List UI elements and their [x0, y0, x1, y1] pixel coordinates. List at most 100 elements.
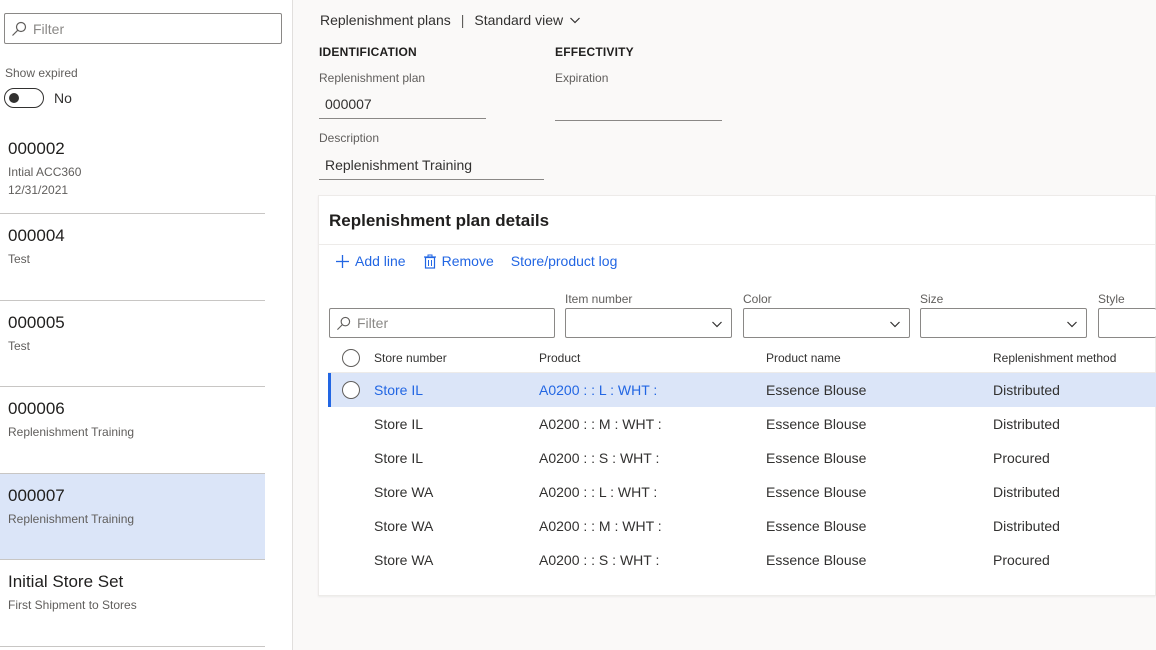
- item-number-dropdown[interactable]: [565, 308, 732, 338]
- col-store-number[interactable]: Store number: [374, 351, 539, 365]
- store-product-log-label: Store/product log: [510, 253, 618, 269]
- cell-product: A0200 : : M : WHT :: [539, 416, 662, 432]
- description-label: Description: [319, 131, 380, 145]
- list-item-title: 000004: [8, 226, 65, 245]
- store-product-log-button[interactable]: Store/product log: [511, 253, 618, 269]
- main-content: Replenishment plans | Standard view IDEN…: [293, 0, 1156, 650]
- list-item[interactable]: 000005 Test: [0, 301, 265, 387]
- list-item[interactable]: 000006 Replenishment Training: [0, 387, 265, 474]
- cell-method: Procured: [993, 552, 1050, 568]
- size-label: Size: [920, 292, 944, 306]
- add-line-label: Add line: [355, 253, 406, 269]
- cell-method: Distributed: [993, 382, 1060, 398]
- plus-icon: [336, 254, 349, 268]
- cell-product: A0200 : : S : WHT :: [539, 450, 660, 466]
- cell-store[interactable]: Store IL: [374, 382, 539, 398]
- cell-store: Store WA: [374, 484, 434, 500]
- style-label: Style: [1098, 292, 1125, 306]
- cell-product[interactable]: A0200 : : L : WHT :: [539, 382, 766, 398]
- col-product-name[interactable]: Product name: [766, 351, 993, 365]
- cell-product: A0200 : : M : WHT :: [539, 518, 662, 534]
- list-item[interactable]: Initial Store Set First Shipment to Stor…: [0, 560, 265, 647]
- view-selector[interactable]: Standard view: [474, 12, 581, 28]
- row-select-radio[interactable]: [342, 381, 360, 399]
- list-item-title: 000002: [8, 139, 65, 158]
- list-item-description: Intial ACC360: [8, 165, 82, 179]
- row-select-cell[interactable]: [328, 381, 374, 399]
- list-item-title: Initial Store Set: [8, 572, 124, 591]
- chevron-down-icon: [712, 321, 722, 328]
- cell-store: Store WA: [374, 552, 434, 568]
- list-item-description: Replenishment Training: [8, 425, 135, 439]
- identification-heading: IDENTIFICATION: [319, 45, 417, 59]
- select-all-cell[interactable]: [328, 348, 374, 367]
- breadcrumb-separator: |: [460, 12, 465, 28]
- list-item-description: Test: [8, 338, 31, 353]
- list-item[interactable]: 000002 Intial ACC360 12/31/2021: [0, 127, 265, 214]
- style-dropdown[interactable]: [1098, 308, 1156, 338]
- cell-product-name: Essence Blouse: [766, 484, 867, 500]
- effectivity-heading: EFFECTIVITY: [555, 45, 634, 59]
- chevron-down-icon: [890, 321, 900, 328]
- plan-list: 000002 Intial ACC360 12/31/2021 000004 T…: [0, 127, 265, 647]
- plan-details-card: Replenishment plan details Add line Remo…: [318, 195, 1156, 596]
- col-product[interactable]: Product: [539, 351, 766, 365]
- list-item-description: Test: [8, 252, 31, 266]
- list-item[interactable]: 000004 Test: [0, 214, 265, 301]
- size-dropdown[interactable]: [920, 308, 1087, 338]
- replenishment-plan-field[interactable]: 000007: [319, 91, 486, 119]
- card-divider: [319, 244, 1156, 245]
- search-icon: [337, 316, 351, 330]
- cell-method: Distributed: [993, 416, 1060, 432]
- list-filter-box[interactable]: [4, 13, 282, 44]
- action-bar: Add line Remove Store/product log: [335, 253, 634, 269]
- list-item-date: 12/31/2021: [8, 183, 69, 197]
- cell-method: Procured: [993, 450, 1050, 466]
- list-item-description: First Shipment to Stores: [8, 598, 137, 612]
- table-row[interactable]: Store IL A0200 : : S : WHT : Essence Blo…: [328, 441, 1156, 475]
- table-row[interactable]: Store IL A0200 : : L : WHT : Essence Blo…: [328, 373, 1156, 407]
- col-replenishment-method[interactable]: Replenishment method: [993, 351, 1156, 365]
- show-expired-row: No: [4, 88, 72, 108]
- grid-filter-input[interactable]: [357, 315, 547, 331]
- replenishment-plan-label: Replenishment plan: [319, 71, 426, 85]
- cell-store: Store IL: [374, 416, 424, 432]
- cell-store: Store WA: [374, 518, 434, 534]
- toggle-knob: [9, 93, 19, 103]
- remove-label: Remove: [441, 253, 494, 269]
- cell-store: Store IL: [374, 450, 424, 466]
- cell-method: Distributed: [993, 484, 1060, 500]
- color-dropdown[interactable]: [743, 308, 910, 338]
- list-item-title: 000005: [8, 312, 65, 332]
- chevron-down-icon: [1067, 321, 1077, 328]
- show-expired-value: No: [54, 90, 72, 106]
- search-icon: [12, 21, 27, 36]
- expiration-label: Expiration: [555, 71, 609, 85]
- table-row[interactable]: Store WA A0200 : : M : WHT : Essence Blo…: [328, 509, 1156, 543]
- list-pane: Show expired No 000002 Intial ACC360 12/…: [0, 0, 293, 650]
- show-expired-toggle[interactable]: [4, 88, 44, 108]
- plan-details-title: Replenishment plan details: [329, 211, 550, 230]
- view-selector-label: Standard view: [474, 12, 564, 28]
- list-item-title: 000006: [8, 399, 65, 418]
- cell-product: A0200 : : S : WHT :: [539, 552, 660, 568]
- add-line-button[interactable]: Add line: [335, 253, 406, 269]
- table-row[interactable]: Store WA A0200 : : S : WHT : Essence Blo…: [328, 543, 1156, 577]
- chevron-down-icon: [570, 17, 581, 24]
- remove-button[interactable]: Remove: [423, 253, 494, 269]
- table-row[interactable]: Store WA A0200 : : L : WHT : Essence Blo…: [328, 475, 1156, 509]
- details-grid: Store number Product Product name Replen…: [328, 343, 1156, 577]
- cell-product-name: Essence Blouse: [766, 518, 867, 534]
- description-field[interactable]: Replenishment Training: [319, 152, 544, 180]
- item-number-label: Item number: [565, 292, 633, 306]
- trash-icon: [423, 254, 436, 269]
- table-row[interactable]: Store IL A0200 : : M : WHT : Essence Blo…: [328, 407, 1156, 441]
- breadcrumb-page[interactable]: Replenishment plans: [320, 12, 451, 28]
- list-item-selected[interactable]: 000007 Replenishment Training: [0, 473, 265, 560]
- list-filter-input[interactable]: [33, 20, 263, 37]
- expiration-field[interactable]: [555, 93, 722, 121]
- cell-product-name: Essence Blouse: [766, 450, 867, 466]
- select-all-radio[interactable]: [342, 348, 360, 367]
- cell-product-name: Essence Blouse: [766, 382, 867, 398]
- grid-filter-box[interactable]: [329, 308, 555, 338]
